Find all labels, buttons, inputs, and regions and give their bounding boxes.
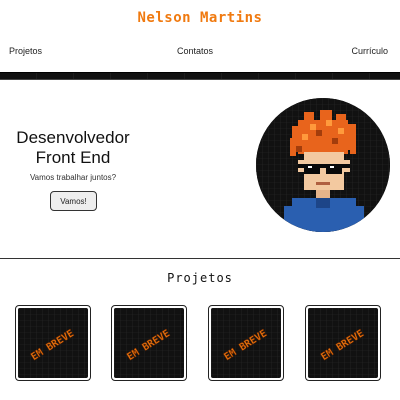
hero-title: Desenvolvedor Front End xyxy=(0,128,146,168)
hero-subtitle: Vamos trabalhar juntos? xyxy=(29,173,117,182)
nav-item-curriculo[interactable]: Currículo xyxy=(351,46,388,56)
coming-soon-image: EM BREVE xyxy=(114,308,184,378)
main-nav: Projetos Contatos Currículo xyxy=(0,46,400,62)
coming-soon-image: EM BREVE xyxy=(211,308,281,378)
section-divider xyxy=(0,258,400,259)
project-card[interactable]: EM BREVE xyxy=(208,305,284,381)
project-card[interactable]: EM BREVE xyxy=(15,305,91,381)
pixel-avatar-image xyxy=(256,98,390,232)
hero-title-line1: Desenvolvedor xyxy=(16,128,130,147)
coming-soon-image: EM BREVE xyxy=(18,308,88,378)
avatar xyxy=(256,98,390,232)
nav-item-contatos[interactable]: Contatos xyxy=(177,46,213,56)
brand-logo[interactable]: Nelson Martins xyxy=(0,10,400,26)
header-stripe xyxy=(0,72,400,80)
nav-item-projetos[interactable]: Projetos xyxy=(9,46,42,56)
hero-title-line2: Front End xyxy=(35,148,111,167)
project-card[interactable]: EM BREVE xyxy=(111,305,187,381)
coming-soon-image: EM BREVE xyxy=(308,308,378,378)
cta-button[interactable]: Vamos! xyxy=(50,191,97,211)
projects-title: Projetos xyxy=(167,271,233,285)
project-card[interactable]: EM BREVE xyxy=(305,305,381,381)
